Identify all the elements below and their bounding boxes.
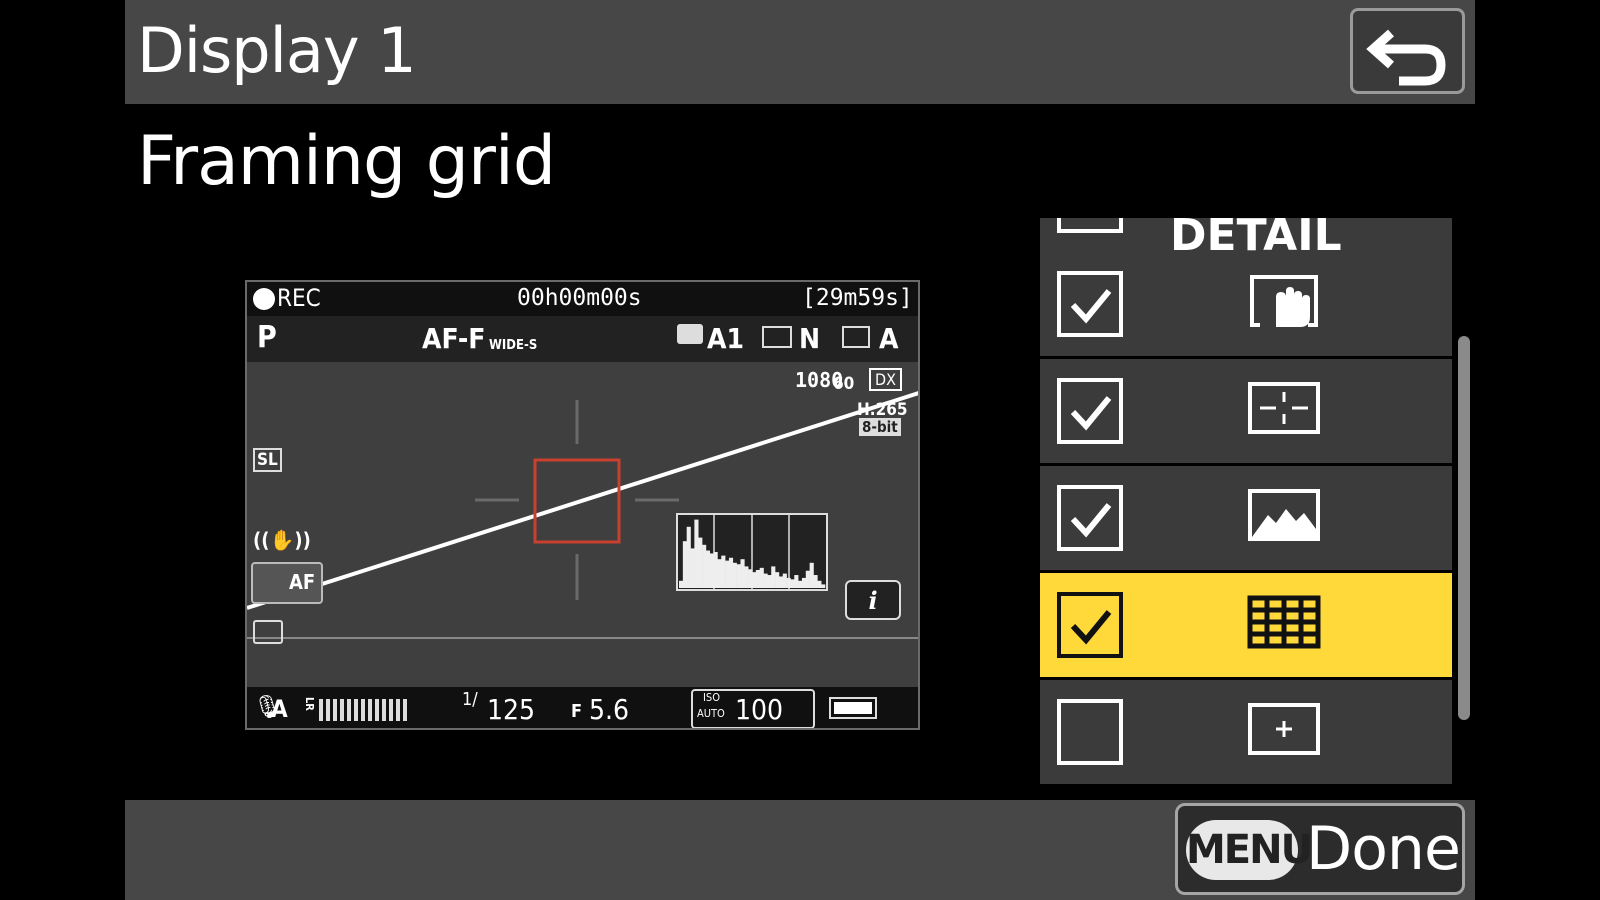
histogram-bar [740, 559, 745, 588]
histogram-bar [690, 548, 695, 588]
histogram-bar [694, 519, 699, 588]
histogram-bar [744, 566, 749, 588]
histogram-bar [732, 562, 737, 588]
codec: H.265 [857, 400, 908, 420]
info-icon: i [868, 586, 878, 615]
list-item-histogram[interactable] [1040, 466, 1452, 570]
iso-box: ISO AUTO 100 [691, 689, 815, 728]
histogram-bar [717, 559, 722, 588]
histogram-bar [763, 573, 768, 588]
bit-depth: 8-bit [859, 418, 901, 436]
preview-bottom-bar: 🎙 A LR 1/ 125 F 5.6 ISO AUTO 100 [247, 687, 918, 728]
touch-af-button[interactable]: AF [251, 562, 323, 604]
histogram-bar [713, 552, 718, 588]
histogram-bar [790, 579, 795, 588]
return-arrow-icon [1366, 29, 1446, 86]
center-mark-icon [1246, 699, 1322, 759]
crop-badge: DX [869, 368, 902, 391]
list-item-framing-grid[interactable] [1040, 573, 1452, 677]
done-label: Done [1306, 814, 1461, 884]
scrollbar[interactable] [1458, 336, 1470, 720]
iso-value: 100 [735, 693, 784, 726]
shutter-prefix: 1/ [462, 689, 478, 710]
histogram-bar [775, 572, 780, 588]
iso-auto-label: AUTO [697, 707, 725, 720]
histogram-bar [725, 560, 730, 588]
histogram-bar [805, 570, 810, 588]
histogram-bar [748, 569, 753, 588]
checkmark-icon [1061, 503, 1119, 551]
histogram-bar [778, 576, 784, 588]
back-button[interactable] [1350, 8, 1465, 94]
histogram-bar [679, 580, 684, 588]
histogram-bar [786, 577, 791, 588]
title-bar: Display 1 [125, 0, 1475, 104]
aperture: 5.6 [589, 693, 630, 726]
checkbox[interactable] [1057, 592, 1123, 658]
shutter-speed: 125 [487, 693, 536, 726]
checkbox[interactable] [1057, 271, 1123, 337]
histogram-bar [817, 580, 822, 588]
audio-lr: LR [303, 697, 316, 711]
vibration-reduction-icon: ((✋)) [253, 528, 311, 552]
histogram-bar [682, 541, 687, 588]
histogram-bar [809, 562, 814, 588]
checkmark-icon [1061, 289, 1119, 337]
checkmark-icon [1061, 396, 1119, 444]
display-items-list: DETAIL [1040, 218, 1452, 794]
live-view-preview: REC 00h00m00s [29m59s] P AF-F WIDE-S A1 … [245, 280, 920, 730]
histogram-bar [721, 555, 726, 588]
histogram-bar [686, 526, 691, 588]
histogram-bar [728, 557, 734, 588]
setting-title: Framing grid [137, 122, 556, 201]
battery-icon [829, 697, 877, 719]
histogram-bar [698, 537, 703, 588]
info-button[interactable]: i [845, 580, 901, 620]
touch-af-label: AF [289, 570, 316, 594]
histogram-bar [752, 572, 757, 588]
histogram-bar [755, 570, 760, 588]
list-item-center-mark[interactable] [1040, 680, 1452, 784]
histogram-bar [736, 564, 741, 588]
histogram-bar [709, 553, 714, 588]
checkbox[interactable] [1057, 485, 1123, 551]
iso-label: ISO [703, 691, 720, 704]
frame-rate: 60 [833, 374, 855, 394]
histogram-bar [782, 573, 787, 588]
histogram-bar [767, 575, 772, 588]
histogram-bar [771, 566, 776, 588]
checkbox[interactable] [1057, 378, 1123, 444]
metering-icon [253, 620, 283, 644]
focus-point-icon [1246, 378, 1322, 438]
histogram-bar [801, 577, 807, 588]
audio-level-meter [319, 699, 409, 721]
camera-menu-screen: Display 1 Framing grid REC 00h00m00s [29… [125, 0, 1475, 900]
histogram-bar [813, 575, 818, 588]
histogram-bar [702, 544, 707, 588]
done-button[interactable]: MENU Done [1175, 803, 1465, 895]
histogram-bar [798, 580, 803, 588]
page-title: Display 1 [137, 14, 417, 87]
list-item-partial[interactable]: DETAIL [1040, 218, 1452, 258]
silent-mode-icon: SL [253, 448, 282, 472]
aperture-prefix: F [571, 701, 583, 722]
preview-graphics [247, 391, 918, 639]
histogram-bar [705, 550, 711, 588]
histogram-bar [759, 567, 764, 588]
histogram-icon [1246, 485, 1322, 545]
mic-sensitivity: A [271, 695, 288, 723]
framing-grid-icon [1246, 592, 1322, 652]
checkbox[interactable] [1057, 699, 1123, 765]
histogram-bar [821, 584, 826, 588]
checkbox[interactable] [1057, 218, 1123, 233]
list-item-focus-point[interactable] [1040, 359, 1452, 463]
checkmark-icon [1061, 610, 1119, 658]
histogram-bar [794, 575, 799, 588]
list-item-touch-controls[interactable] [1040, 252, 1452, 356]
touch-controls-icon [1246, 271, 1322, 331]
menu-button-label: MENU [1186, 820, 1313, 880]
